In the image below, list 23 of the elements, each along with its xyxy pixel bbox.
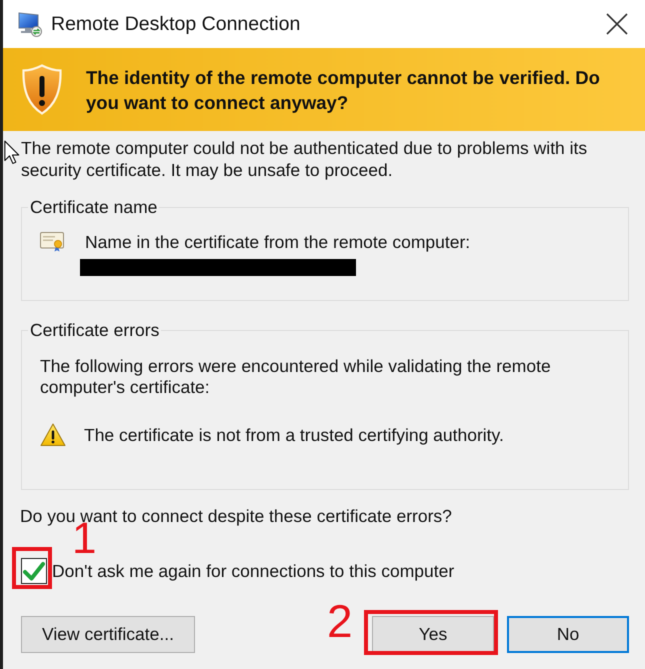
annotation-number: 1 bbox=[72, 523, 96, 555]
shield-warning-icon bbox=[22, 64, 62, 115]
app-icon bbox=[16, 11, 42, 37]
checkbox-label[interactable]: Don't ask me again for connections to this computer bbox=[52, 560, 454, 582]
banner-message: The identity of the remote computer cannot be verified. Do you want to connect anyway? bbox=[86, 66, 601, 114]
window-title: Remote Desktop Connection bbox=[51, 12, 302, 36]
group-description: The following errors were encountered while validating the remote computer's certificate: bbox=[40, 356, 552, 398]
checkbox[interactable] bbox=[21, 558, 47, 584]
checkmark-icon bbox=[23, 561, 45, 581]
group-title: Certificate errors bbox=[29, 320, 160, 340]
no-button[interactable]: No bbox=[507, 616, 629, 653]
mouse-pointer-icon bbox=[4, 140, 20, 165]
certificate-label: Name in the certificate from the remote computer: bbox=[85, 231, 470, 253]
error-message: The certificate is not from a trusted certifying authority. bbox=[84, 424, 504, 446]
intro-text: The remote computer could not be authenticated due to problems with its security certificate. It may be unsafe to proceed. bbox=[21, 137, 588, 181]
group-title: Certificate name bbox=[29, 197, 158, 217]
view-certificate-button[interactable]: View certificate... bbox=[21, 616, 195, 653]
close-icon[interactable] bbox=[606, 13, 628, 35]
annotation-number: 2 bbox=[327, 605, 353, 638]
certificate-icon bbox=[40, 232, 66, 252]
yes-button[interactable]: Yes bbox=[372, 616, 494, 653]
warning-icon bbox=[40, 423, 66, 447]
highlight-frame bbox=[12, 547, 52, 589]
